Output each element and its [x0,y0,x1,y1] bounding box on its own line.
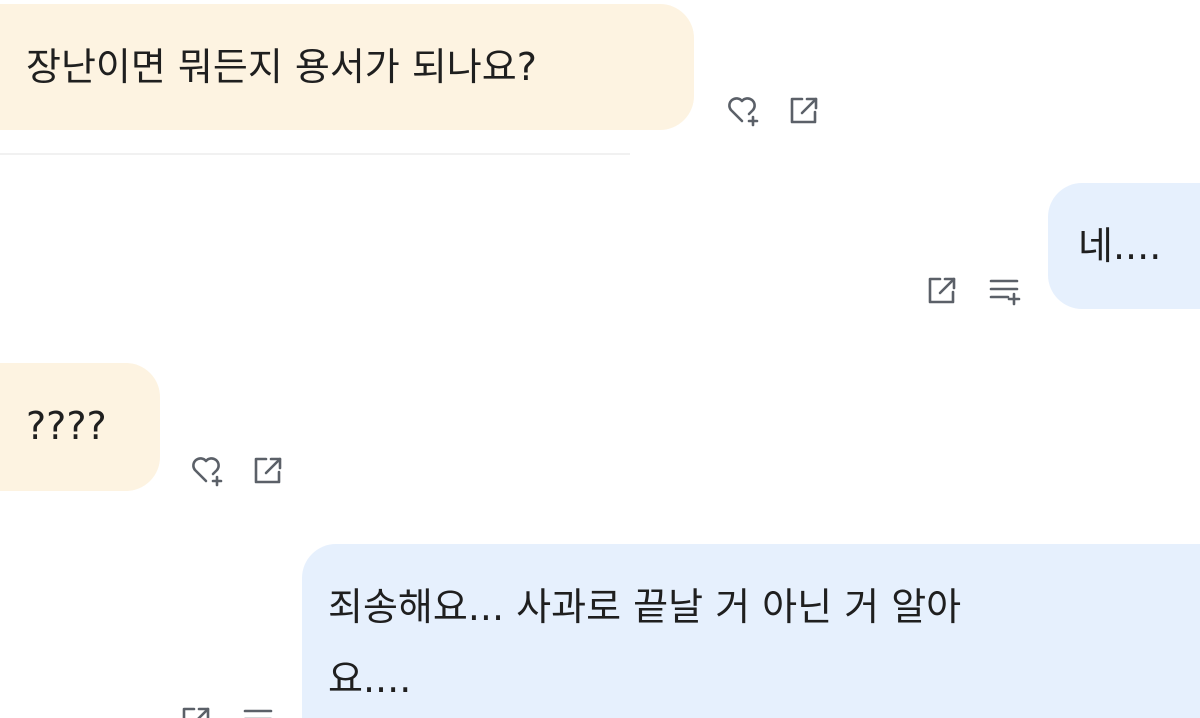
user-message-actions [922,270,1024,310]
user-message-text: 네.... [1078,224,1162,268]
bot-message-actions [186,450,288,490]
bot-message-text: 장난이면 뭐든지 용서가 되나요? [26,45,537,89]
share-icon[interactable] [176,700,216,718]
share-icon[interactable] [248,450,288,490]
user-message-text-line1: 죄송해요... 사과로 끝날 거 아닌 거 알아 [328,585,962,629]
bot-message-bubble: 장난이면 뭐든지 용서가 되나요? [0,4,694,130]
heart-plus-icon[interactable] [722,90,762,130]
user-message-bubble: 네.... [1048,183,1200,309]
bot-message-text: ???? [26,404,107,448]
bot-message-bubble: ???? [0,363,160,491]
heart-plus-icon[interactable] [186,450,226,490]
user-message-text-line2: 요.... [328,657,412,701]
share-icon[interactable] [784,90,824,130]
share-icon[interactable] [922,270,962,310]
edit-list-icon[interactable] [238,700,278,718]
divider [0,153,630,155]
edit-list-icon[interactable] [984,270,1024,310]
bot-message-actions [722,90,824,130]
chat-thread: 장난이면 뭐든지 용서가 되나요? 네.... ???? 죄송해요... 사과로… [0,0,1200,718]
user-message-actions [176,700,278,718]
user-message-bubble: 죄송해요... 사과로 끝날 거 아닌 거 알아 요.... [302,544,1200,718]
